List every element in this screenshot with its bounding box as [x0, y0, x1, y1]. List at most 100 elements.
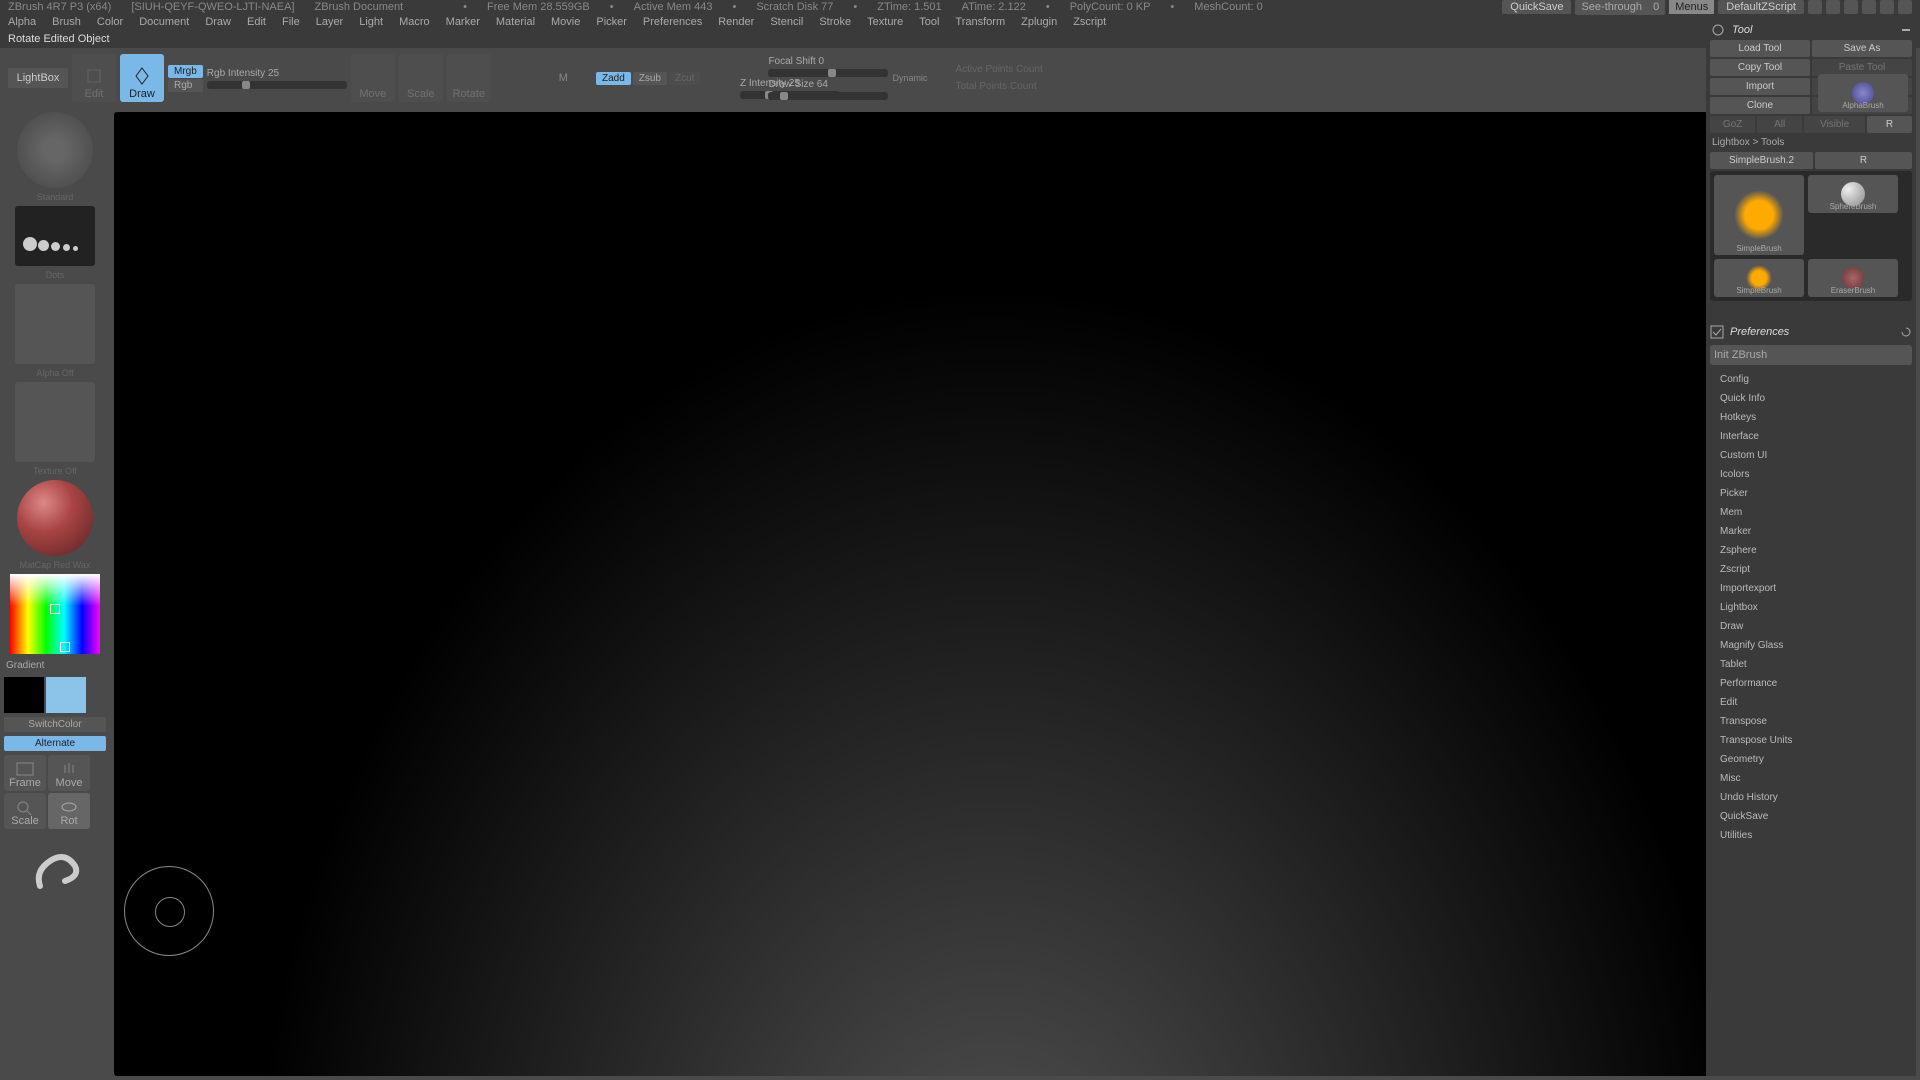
- menu-zscript[interactable]: Zscript: [1073, 16, 1106, 28]
- tool-panel-header[interactable]: Tool: [1710, 22, 1912, 38]
- menu-light[interactable]: Light: [359, 16, 383, 28]
- dynamic-label[interactable]: Dynamic: [892, 73, 927, 83]
- menu-preferences[interactable]: Preferences: [643, 16, 702, 28]
- collapse-icon[interactable]: [1900, 24, 1912, 36]
- goz-r-button[interactable]: R: [1867, 116, 1912, 133]
- menu-picker[interactable]: Picker: [596, 16, 627, 28]
- pref-geometry[interactable]: Geometry: [1710, 751, 1912, 768]
- draw-button[interactable]: Draw: [120, 54, 164, 102]
- pref-transposeunits[interactable]: Transpose Units: [1710, 732, 1912, 749]
- edit-button[interactable]: Edit: [72, 54, 116, 102]
- pref-hotkeys[interactable]: Hotkeys: [1710, 409, 1912, 426]
- pref-zsphere[interactable]: Zsphere: [1710, 542, 1912, 559]
- pref-quicksave[interactable]: QuickSave: [1710, 808, 1912, 825]
- minimize-icon[interactable]: [1862, 0, 1876, 14]
- load-tool-button[interactable]: Load Tool: [1710, 40, 1810, 57]
- prefs-panel-header[interactable]: Preferences: [1710, 325, 1912, 339]
- pref-draw[interactable]: Draw: [1710, 618, 1912, 635]
- menu-edit[interactable]: Edit: [247, 16, 266, 28]
- color-picker[interactable]: [10, 574, 100, 654]
- menu-marker[interactable]: Marker: [446, 16, 480, 28]
- pref-mem[interactable]: Mem: [1710, 504, 1912, 521]
- move-button[interactable]: Move: [351, 54, 395, 102]
- quicksave-button[interactable]: QuickSave: [1502, 0, 1571, 14]
- menu-file[interactable]: File: [282, 16, 300, 28]
- seethrough-label[interactable]: See-through 0: [1575, 0, 1665, 15]
- pref-transpose[interactable]: Transpose: [1710, 713, 1912, 730]
- lightbox-button[interactable]: LightBox: [8, 68, 68, 88]
- mrgb-button[interactable]: Mrgb: [168, 65, 203, 78]
- save-as-button[interactable]: Save As: [1812, 40, 1912, 57]
- rgb-intensity-slider[interactable]: [207, 81, 347, 89]
- menu-document[interactable]: Document: [139, 16, 189, 28]
- pref-importexport[interactable]: Importexport: [1710, 580, 1912, 597]
- switchcolor-button[interactable]: SwitchColor: [4, 717, 106, 732]
- pref-picker[interactable]: Picker: [1710, 485, 1912, 502]
- pin-icon[interactable]: [1710, 22, 1726, 38]
- pref-config[interactable]: Config: [1710, 371, 1912, 388]
- zcut-button[interactable]: Zcut: [669, 72, 700, 85]
- pref-tablet[interactable]: Tablet: [1710, 656, 1912, 673]
- zadd-button[interactable]: Zadd: [596, 72, 631, 85]
- pref-interface[interactable]: Interface: [1710, 428, 1912, 445]
- gradient-label[interactable]: Gradient: [4, 658, 106, 673]
- pref-customui[interactable]: Custom UI: [1710, 447, 1912, 464]
- import-button[interactable]: Import: [1710, 78, 1810, 95]
- lightbox-tools-label[interactable]: Lightbox > Tools: [1710, 135, 1912, 150]
- nav-rot-button[interactable]: Rot: [48, 793, 90, 829]
- window-icon-3[interactable]: [1844, 0, 1858, 14]
- pref-icolors[interactable]: Icolors: [1710, 466, 1912, 483]
- zsub-button[interactable]: Zsub: [633, 72, 667, 85]
- copy-tool-button[interactable]: Copy Tool: [1710, 59, 1810, 76]
- nav-move-button[interactable]: Move: [48, 755, 90, 791]
- focal-shift-slider[interactable]: [768, 69, 888, 77]
- menu-material[interactable]: Material: [496, 16, 535, 28]
- menu-tool[interactable]: Tool: [919, 16, 939, 28]
- menu-transform[interactable]: Transform: [955, 16, 1005, 28]
- stroke-preview[interactable]: [15, 206, 95, 266]
- menus-button[interactable]: Menus: [1669, 0, 1714, 14]
- canvas[interactable]: [114, 112, 1876, 1076]
- tool-r-button[interactable]: R: [1815, 152, 1912, 169]
- pref-quickinfo[interactable]: Quick Info: [1710, 390, 1912, 407]
- alternate-button[interactable]: Alternate: [4, 736, 106, 751]
- pref-misc[interactable]: Misc: [1710, 770, 1912, 787]
- swatch-primary[interactable]: [46, 677, 86, 713]
- rotate-button[interactable]: Rotate: [447, 54, 491, 102]
- goz-visible-button[interactable]: Visible: [1804, 116, 1865, 133]
- material-preview[interactable]: [17, 480, 93, 556]
- texture-preview[interactable]: [15, 382, 95, 462]
- scale-button[interactable]: Scale: [399, 54, 443, 102]
- frame-button[interactable]: Frame: [4, 755, 46, 791]
- draw-size-slider[interactable]: [768, 92, 888, 100]
- rgb-button[interactable]: Rgb: [168, 79, 203, 92]
- goz-all-button[interactable]: All: [1757, 116, 1802, 133]
- pref-undohistory[interactable]: Undo History: [1710, 789, 1912, 806]
- pref-zscript[interactable]: Zscript: [1710, 561, 1912, 578]
- brush-preview[interactable]: [17, 112, 93, 188]
- menu-brush[interactable]: Brush: [52, 16, 81, 28]
- close-icon[interactable]: [1898, 0, 1912, 14]
- init-zbrush-button[interactable]: Init ZBrush: [1710, 345, 1912, 365]
- default-script[interactable]: DefaultZScript: [1718, 0, 1804, 14]
- maximize-icon[interactable]: [1880, 0, 1894, 14]
- menu-zplugin[interactable]: Zplugin: [1021, 16, 1057, 28]
- tool-thumb-simplebrush[interactable]: SimpleBrush: [1714, 175, 1804, 255]
- menu-stencil[interactable]: Stencil: [770, 16, 803, 28]
- menu-render[interactable]: Render: [718, 16, 754, 28]
- swatch-secondary[interactable]: [4, 677, 44, 713]
- tool-thumb-eraserbrush[interactable]: EraserBrush: [1808, 259, 1898, 297]
- menu-texture[interactable]: Texture: [867, 16, 903, 28]
- nav-scale-button[interactable]: Scale: [4, 793, 46, 829]
- menu-alpha[interactable]: Alpha: [8, 16, 36, 28]
- checkbox-icon[interactable]: [1710, 325, 1724, 339]
- reset-icon[interactable]: [1900, 326, 1912, 338]
- pref-performance[interactable]: Performance: [1710, 675, 1912, 692]
- current-tool-label[interactable]: SimpleBrush.2: [1710, 152, 1813, 169]
- menu-layer[interactable]: Layer: [316, 16, 344, 28]
- pref-edit[interactable]: Edit: [1710, 694, 1912, 711]
- pref-lightbox[interactable]: Lightbox: [1710, 599, 1912, 616]
- menu-draw[interactable]: Draw: [205, 16, 231, 28]
- goz-button[interactable]: GoZ: [1710, 116, 1755, 133]
- tool-thumb-alphabrush[interactable]: AlphaBrush: [1818, 74, 1908, 112]
